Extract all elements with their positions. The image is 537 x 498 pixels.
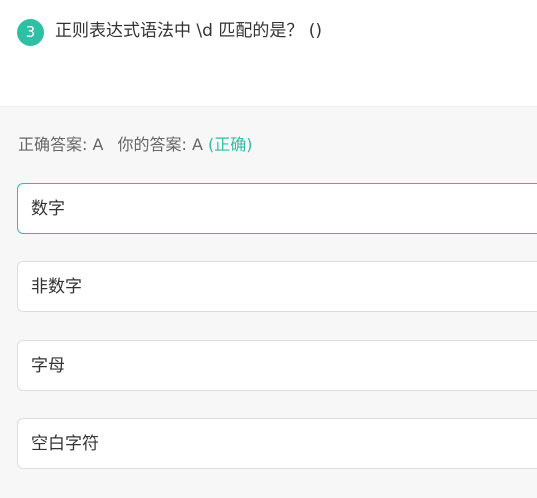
your-answer-label: 你的答案: (117, 135, 187, 154)
correct-answer-value: A (92, 135, 104, 154)
option-d-label: 空白字符 (31, 434, 99, 454)
option-d[interactable]: 空白字符 (17, 418, 537, 469)
question-text: 正则表达式语法中 \d 匹配的是？ () (55, 21, 322, 41)
question-number-badge: 3 (17, 19, 44, 46)
answer-summary: 正确答案: A 你的答案: A (正确) (18, 134, 253, 156)
correct-answer-label: 正确答案: (18, 135, 88, 154)
option-c[interactable]: 字母 (17, 340, 537, 391)
question-header: 3 正则表达式语法中 \d 匹配的是？ () (0, 0, 537, 107)
option-a-label: 数字 (31, 199, 65, 219)
option-b-label: 非数字 (31, 277, 82, 297)
option-c-label: 字母 (31, 356, 65, 376)
answer-result: (正确) (208, 135, 253, 154)
option-a[interactable]: 数字 (17, 183, 537, 234)
your-answer-value: A (191, 135, 203, 154)
option-b[interactable]: 非数字 (17, 261, 537, 312)
